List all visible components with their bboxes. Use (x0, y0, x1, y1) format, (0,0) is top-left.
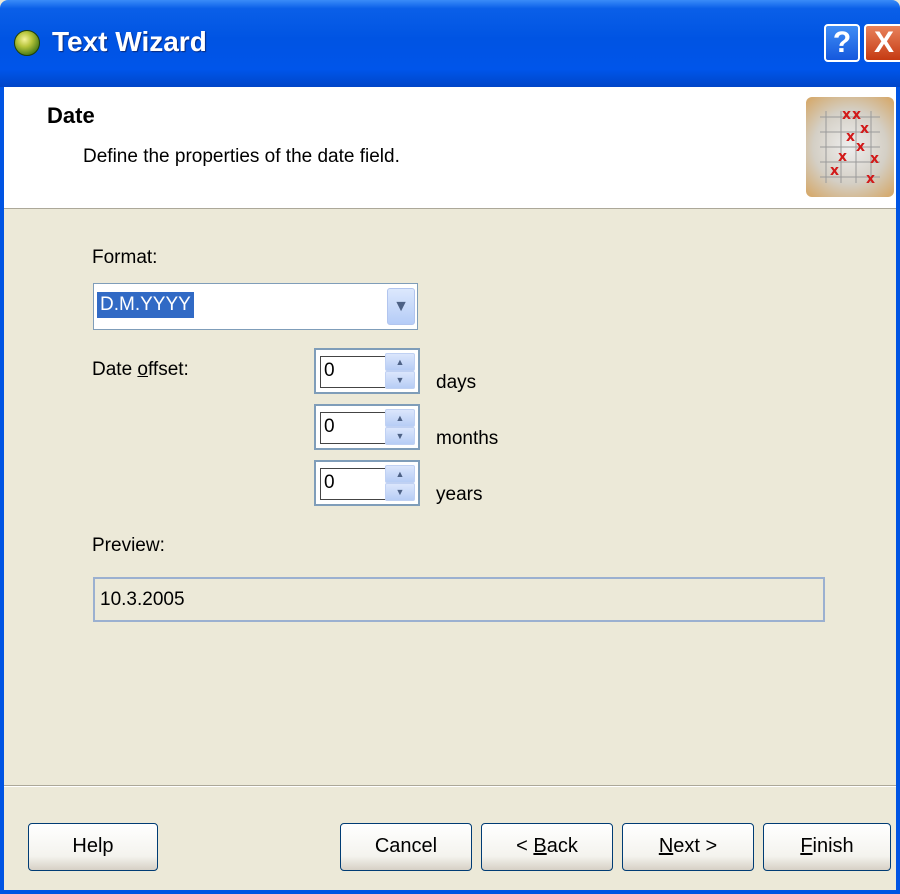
svg-text:x: x (846, 129, 855, 145)
svg-text:x: x (842, 107, 851, 123)
svg-text:x: x (830, 163, 839, 179)
arrow-down-icon[interactable]: ▼ (385, 483, 415, 501)
window-frame-bottom (0, 890, 900, 894)
arrow-up-icon[interactable]: ▲ (385, 465, 415, 483)
days-unit-label: days (436, 372, 477, 393)
days-input[interactable]: 0 (320, 356, 390, 388)
cancel-button[interactable]: Cancel (340, 823, 472, 871)
help-button[interactable]: Help (28, 823, 158, 871)
next-button[interactable]: Next > (622, 823, 754, 871)
svg-text:x: x (860, 121, 869, 137)
grid-plot-icon: xx xx xx xx x (806, 97, 894, 197)
window-frame-right (896, 87, 900, 894)
years-unit-label: years (436, 484, 483, 505)
wizard-globe-icon (14, 30, 40, 56)
date-offset-label: Date offset: (92, 359, 189, 380)
help-titlebar-button[interactable]: ? (824, 24, 860, 62)
arrow-up-icon[interactable]: ▲ (385, 409, 415, 427)
preview-value: 10.3.2005 (100, 589, 185, 610)
preview-field: 10.3.2005 (93, 577, 825, 622)
svg-text:x: x (870, 151, 879, 167)
years-input[interactable]: 0 (320, 468, 390, 500)
window-title: Text Wizard (52, 26, 207, 57)
svg-text:x: x (838, 149, 847, 165)
months-unit-label: months (436, 428, 499, 449)
days-spinner[interactable]: 0 ▲ ▼ (314, 348, 420, 394)
window-frame-left (0, 87, 4, 894)
page-title: Date (47, 103, 95, 128)
svg-text:x: x (856, 139, 865, 155)
page-subtitle: Define the properties of the date field. (83, 146, 400, 167)
arrow-down-icon[interactable]: ▼ (385, 427, 415, 445)
finish-button[interactable]: Finish (763, 823, 891, 871)
years-spinner[interactable]: 0 ▲ ▼ (314, 460, 420, 506)
arrow-down-icon[interactable]: ▼ (385, 371, 415, 389)
format-label: Format: (92, 247, 158, 268)
preview-label: Preview: (92, 535, 165, 556)
months-spinner[interactable]: 0 ▲ ▼ (314, 404, 420, 450)
arrow-up-icon[interactable]: ▲ (385, 353, 415, 371)
months-input[interactable]: 0 (320, 412, 390, 444)
title-bar[interactable]: Text Wizard ? X (0, 0, 900, 87)
chevron-down-icon[interactable]: ▼ (387, 288, 415, 325)
svg-text:x: x (866, 171, 875, 187)
back-button[interactable]: < Back (481, 823, 613, 871)
format-dropdown[interactable]: D.M.YYYY ▼ (93, 283, 418, 330)
close-button[interactable]: X (864, 24, 900, 62)
format-value[interactable]: D.M.YYYY (97, 292, 194, 318)
wizard-header: Date Define the properties of the date f… (0, 87, 900, 209)
footer-divider (0, 785, 900, 787)
